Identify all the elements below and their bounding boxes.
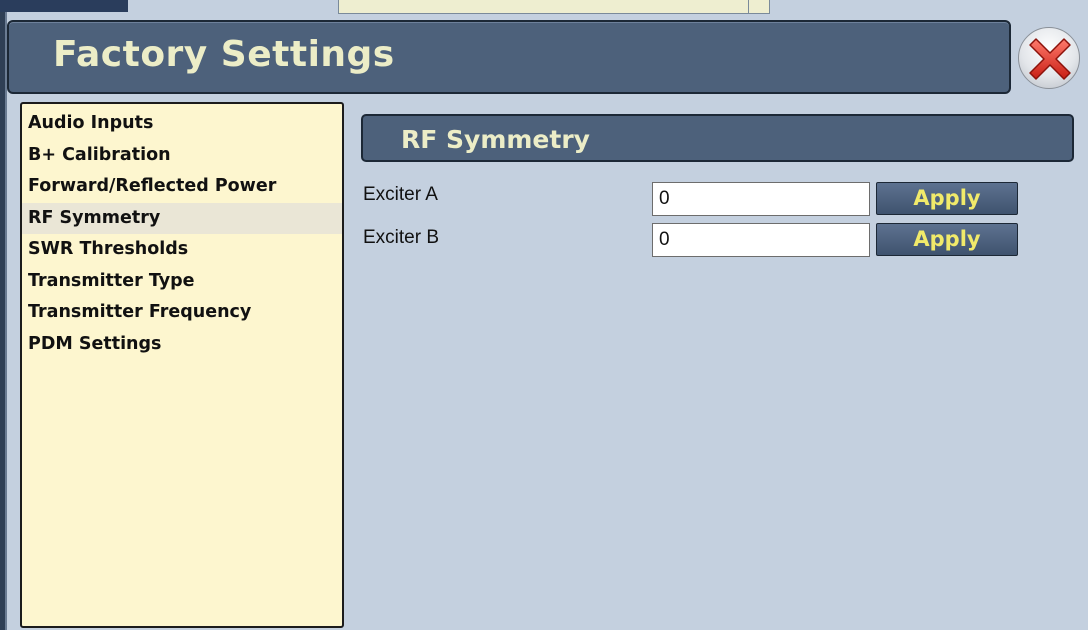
parent-field	[338, 0, 770, 14]
parent-tab	[0, 0, 128, 12]
sidebar-item-transmitter-type[interactable]: Transmitter Type	[22, 266, 342, 298]
sidebar-item-audio-inputs[interactable]: Audio Inputs	[22, 108, 342, 140]
exciter-b-apply-button[interactable]: Apply	[876, 223, 1018, 256]
parent-window-strip	[0, 0, 1088, 14]
window-title: Factory Settings	[53, 34, 395, 75]
sidebar-item-rf-symmetry[interactable]: RF Symmetry	[22, 202, 342, 234]
exciter-b-label: Exciter B	[363, 227, 440, 248]
section-title: RF Symmetry	[401, 125, 590, 154]
title-bar: Factory Settings	[7, 20, 1011, 94]
section-header: RF Symmetry	[361, 114, 1074, 162]
exciter-a-apply-button[interactable]: Apply	[876, 182, 1018, 215]
settings-menu: Audio Inputs B+ Calibration Forward/Refl…	[20, 102, 344, 628]
exciter-a-label: Exciter A	[363, 184, 438, 205]
exciter-a-input[interactable]	[652, 182, 870, 216]
sidebar-item-pdm-settings[interactable]: PDM Settings	[22, 329, 342, 361]
sidebar-item-swr-thresholds[interactable]: SWR Thresholds	[22, 234, 342, 266]
sidebar-item-forward-reflected-power[interactable]: Forward/Reflected Power	[22, 171, 342, 203]
close-button[interactable]	[1018, 27, 1080, 89]
window-left-edge	[0, 12, 7, 630]
sidebar-item-transmitter-frequency[interactable]: Transmitter Frequency	[22, 297, 342, 329]
sidebar-item-b-plus-calibration[interactable]: B+ Calibration	[22, 140, 342, 172]
exciter-b-input[interactable]	[652, 223, 870, 257]
close-x-icon	[1029, 38, 1071, 80]
